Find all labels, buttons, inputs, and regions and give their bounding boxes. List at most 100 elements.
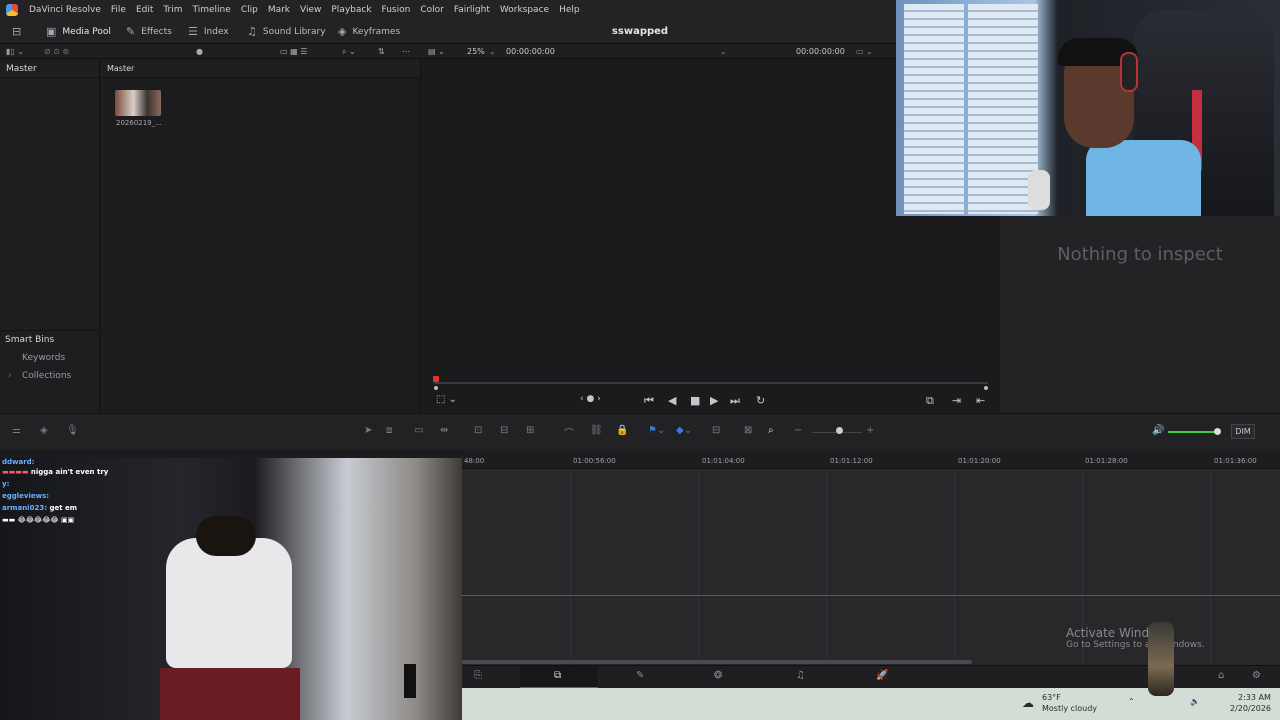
home-icon[interactable]: ⌂ <box>1218 670 1224 681</box>
video-audio-separator[interactable] <box>462 595 1280 596</box>
edit-page-icon[interactable]: ⧉ <box>554 670 561 681</box>
zoom-chevron-down-icon[interactable]: ⌄ <box>489 44 496 59</box>
play-button[interactable]: ▶ <box>710 394 718 407</box>
out-point-marker[interactable] <box>984 386 988 390</box>
weather-icon[interactable]: ☁ <box>1022 696 1034 710</box>
viewer-playhead[interactable] <box>433 376 439 382</box>
color-page-icon[interactable]: ❂ <box>714 670 722 681</box>
volume-tray-icon[interactable]: 🔈 <box>1190 697 1200 706</box>
menu-clip[interactable]: Clip <box>236 5 263 15</box>
edit-mode-icon[interactable]: ◈ <box>40 425 48 436</box>
sidebar-toggle-icon[interactable]: ▮▯ ⌄ <box>6 44 24 59</box>
settings-gear-icon[interactable]: ⚙ <box>1252 670 1261 681</box>
trim-tool-icon[interactable]: ⧈ <box>386 425 392 436</box>
menu-fusion[interactable]: Fusion <box>377 5 416 15</box>
timeline-ruler[interactable]: 48:00 01:00:56:00 01:01:04:00 01:01:12:0… <box>462 449 1280 469</box>
snapping-icon[interactable]: ⌒ <box>564 425 574 440</box>
zoom-out-button[interactable]: − <box>794 425 802 436</box>
play-reverse-button[interactable]: ◀ <box>668 394 676 407</box>
weather-temp[interactable]: 63°F <box>1042 693 1061 702</box>
prev-clip-icon[interactable]: ⇤ <box>976 394 985 407</box>
volume-slider[interactable] <box>1168 431 1218 433</box>
menu-color[interactable]: Color <box>415 5 449 15</box>
smart-bin-keywords[interactable]: Keywords <box>0 349 100 367</box>
ruler-timecode: 01:01:36:00 <box>1214 457 1257 465</box>
menu-edit[interactable]: Edit <box>131 5 158 15</box>
thumbnail-size-slider[interactable]: ● <box>196 44 203 59</box>
zoom-in-button[interactable]: + <box>866 425 874 436</box>
dim-button[interactable]: DIM <box>1231 424 1255 439</box>
menu-mark[interactable]: Mark <box>263 5 295 15</box>
go-to-start-button[interactable]: ⏮ <box>644 394 654 408</box>
project-title: sswapped <box>611 26 669 37</box>
media-page-icon[interactable]: ⎘ <box>474 670 482 681</box>
crop-icon[interactable]: ⬚ ⌄ <box>436 394 457 405</box>
sort-icon[interactable]: ⇅ <box>378 44 385 59</box>
clip-name[interactable]: 20260219_... <box>116 119 162 127</box>
timeline-dropdown-icon[interactable]: ⌄ <box>720 44 727 59</box>
zoom-custom-icon[interactable]: ⌕ <box>768 425 774 436</box>
keyframes-button[interactable]: ◈ Keyframes <box>338 19 400 44</box>
volume-knob[interactable] <box>1214 428 1221 435</box>
tray-chevron-icon[interactable]: ⌃ <box>1128 697 1135 706</box>
next-clip-icon[interactable]: ⇥ <box>952 394 961 407</box>
lock-icon[interactable]: 🔒 <box>616 425 628 436</box>
zoom-detail-icon[interactable]: ⊠ <box>744 425 752 436</box>
smart-bins-header[interactable]: Smart Bins <box>0 330 100 349</box>
fusion-page-icon[interactable]: ✎ <box>636 670 644 681</box>
link-icon[interactable]: ⛓ <box>590 425 603 436</box>
view-mode-icons[interactable]: ▭ ▦ ☰ <box>280 44 307 59</box>
mic-icon[interactable]: 🎙 <box>66 425 79 436</box>
menu-workspace[interactable]: Workspace <box>495 5 554 15</box>
timeline-horizontal-scrollbar[interactable] <box>462 660 972 664</box>
index-button[interactable]: ☰ Index <box>188 19 229 44</box>
import-icon[interactable]: ⊘ ⊙ ⊛ <box>44 44 69 59</box>
insert-clip-icon[interactable]: ⊡ <box>474 425 482 436</box>
go-to-end-button[interactable]: ⏭ <box>730 394 740 408</box>
replace-clip-icon[interactable]: ⊞ <box>526 425 534 436</box>
selection-tool-icon[interactable]: ➤ <box>364 425 372 436</box>
jog-control[interactable]: ‹ ● › <box>580 394 601 404</box>
timeline-view-options-icon[interactable]: ⚌ <box>12 425 21 436</box>
in-point-marker[interactable] <box>434 386 438 390</box>
match-frame-icon[interactable]: ⧉ <box>926 394 934 408</box>
more-options-icon[interactable]: ⋯ <box>402 44 410 59</box>
blade-tool-icon[interactable]: ▭ <box>414 425 423 436</box>
effects-button[interactable]: ✎ Effects <box>126 19 172 44</box>
viewer-options-icon[interactable]: ▭ ⌄ <box>856 44 873 59</box>
speaker-icon[interactable]: 🔊 <box>1152 425 1164 436</box>
dynamic-trim-icon[interactable]: ⇹ <box>440 425 448 436</box>
zoom-level[interactable]: 25% <box>467 44 485 59</box>
flag-icon[interactable]: ⚑⌄ <box>648 425 665 436</box>
media-pool-button[interactable]: ▣ Media Pool <box>46 19 111 44</box>
marker-icon[interactable]: ◆⌄ <box>676 425 692 436</box>
loop-button[interactable]: ↻ <box>756 394 765 407</box>
menu-view[interactable]: View <box>295 5 326 15</box>
viewer-layout-icon[interactable]: ▤ ⌄ <box>428 44 445 59</box>
clock-time[interactable]: 2:33 AM <box>1238 693 1271 702</box>
menu-fairlight[interactable]: Fairlight <box>449 5 495 15</box>
overwrite-clip-icon[interactable]: ⊟ <box>500 425 508 436</box>
sound-library-button[interactable]: ♫ Sound Library <box>247 19 326 44</box>
deliver-page-icon[interactable]: 🚀 <box>876 670 888 681</box>
menu-playback[interactable]: Playback <box>326 5 376 15</box>
panel-toggle-button[interactable]: ⊟ <box>12 19 21 44</box>
menu-timeline[interactable]: Timeline <box>188 5 236 15</box>
person-head-back <box>196 516 256 556</box>
master-bin[interactable]: Master <box>0 60 99 78</box>
fairlight-page-icon[interactable]: ♫ <box>796 670 805 681</box>
search-icon[interactable]: ⌕ ⌄ <box>342 44 356 59</box>
zoom-slider-knob[interactable] <box>836 427 843 434</box>
clock-date[interactable]: 2/20/2026 <box>1230 704 1271 713</box>
menu-help[interactable]: Help <box>554 5 585 15</box>
zoom-full-icon[interactable]: ⊟ <box>712 425 720 436</box>
viewer-scrubber[interactable] <box>434 382 988 384</box>
menu-trim[interactable]: Trim <box>158 5 187 15</box>
weather-desc[interactable]: Mostly cloudy <box>1042 704 1097 713</box>
layout-icon: ⊟ <box>12 25 22 38</box>
clip-thumbnail[interactable] <box>115 90 161 116</box>
ruler-timecode: 48:00 <box>464 457 485 465</box>
smart-bin-collections[interactable]: › Collections <box>0 367 100 385</box>
menu-file[interactable]: File <box>106 5 131 15</box>
stop-button[interactable]: ■ <box>690 394 700 407</box>
